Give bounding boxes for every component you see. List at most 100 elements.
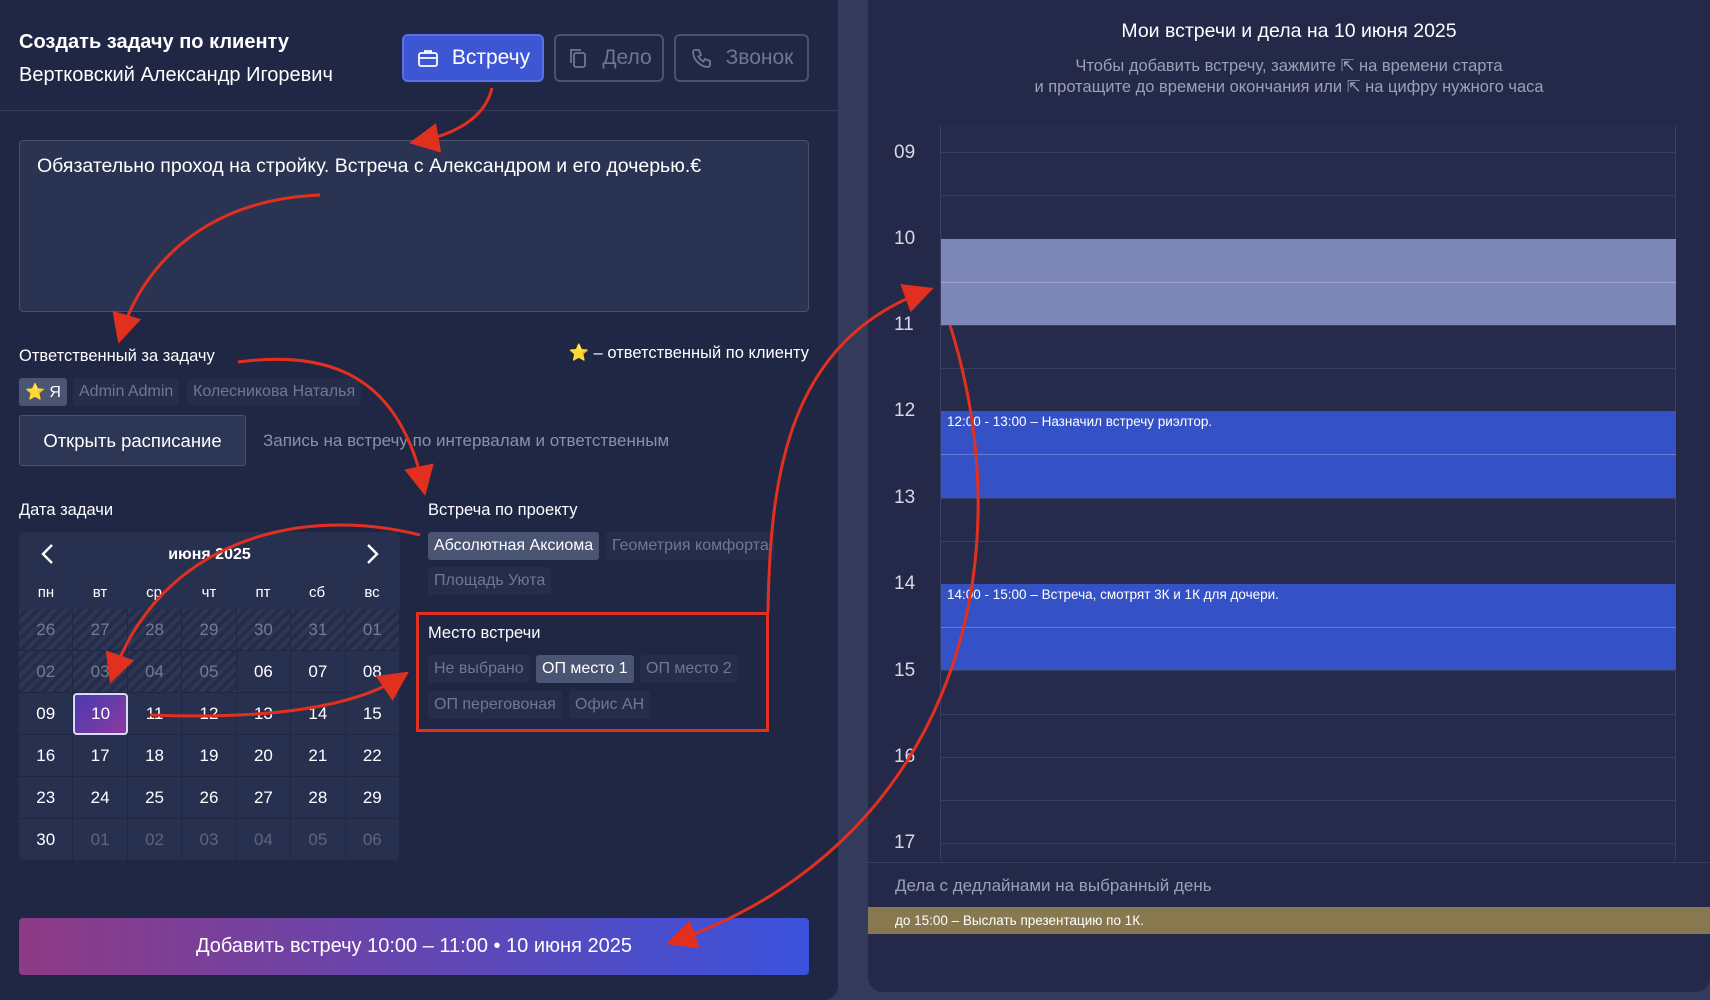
- hour-label[interactable]: 12: [894, 400, 915, 422]
- schedule-hint-line2: и протащите до времени окончания или ⇱ н…: [1034, 78, 1544, 96]
- event-text: 12:00 - 13:00 – Назначил встречу риэлтор…: [947, 414, 1213, 429]
- calendar-day: 05: [182, 651, 237, 693]
- place-chip-op1[interactable]: ОП место 1: [536, 655, 634, 683]
- calendar-day[interactable]: 21: [291, 735, 346, 777]
- calendar-day[interactable]: 04: [237, 819, 292, 860]
- project-chip-ploshchad[interactable]: Площадь Уюта: [428, 567, 552, 595]
- type-call-label: Звонок: [725, 46, 794, 69]
- calendar-day[interactable]: 20: [236, 735, 292, 777]
- grid-line: [940, 152, 1676, 153]
- calendar-day[interactable]: 05: [291, 819, 346, 860]
- weekday-label: чт: [201, 584, 217, 601]
- place-chip-meeting-room[interactable]: ОП переговоная: [428, 691, 562, 719]
- calendar-day[interactable]: 24: [73, 777, 128, 819]
- calendar-day-selected[interactable]: 10: [73, 693, 128, 735]
- form-title: Создать задачу по клиенту: [19, 31, 289, 53]
- event-block[interactable]: 12:00 - 13:00 – Назначил встречу риэлтор…: [941, 411, 1676, 498]
- calendar-day[interactable]: 13: [236, 693, 292, 735]
- hour-label[interactable]: 15: [894, 660, 915, 682]
- schedule-title: Мои встречи и дела на 10 июня 2025: [1121, 20, 1457, 42]
- calendar-day[interactable]: 27: [236, 777, 292, 819]
- calendar-days-grid: 26 27 28 29 30 31 01 02 03 04 05 06 07 0…: [19, 609, 400, 860]
- calendar-day[interactable]: 15: [345, 693, 400, 735]
- calendar-day[interactable]: 14: [291, 693, 346, 735]
- calendar-day[interactable]: 26: [182, 777, 237, 819]
- hour-label[interactable]: 14: [894, 573, 915, 595]
- responsible-chip-kolesnikova[interactable]: Колесникова Наталья: [187, 378, 362, 406]
- hour-label[interactable]: 10: [894, 228, 915, 250]
- add-meeting-button[interactable]: Добавить встречу 10:00 – 11:00 • 10 июня…: [19, 918, 809, 975]
- calendar-month: июня 2025: [168, 546, 251, 563]
- deadlines-label: Дела с дедлайнами на выбранный день: [895, 876, 1212, 895]
- calendar-day[interactable]: 02: [128, 819, 183, 860]
- task-date-label: Дата задачи: [19, 501, 114, 519]
- calendar-day[interactable]: 08: [345, 651, 400, 693]
- calendar-day[interactable]: 01: [73, 819, 128, 860]
- weekday-label: ср: [146, 584, 162, 601]
- project-chip-geometria[interactable]: Геометрия комфорта: [606, 532, 775, 560]
- task-description-input[interactable]: Обязательно проход на стройку. Встреча с…: [19, 140, 809, 312]
- grid-line: [940, 757, 1676, 758]
- grid-line: [940, 325, 1676, 326]
- deadline-item[interactable]: до 15:00 – Выслать презентацию по 1К.: [868, 907, 1710, 934]
- type-task-button[interactable]: Дело: [554, 34, 664, 82]
- calendar-day: 31: [291, 609, 346, 651]
- slot-divider: [941, 282, 1676, 283]
- calendar-day[interactable]: 07: [291, 651, 346, 693]
- calendar-day: 30: [236, 609, 292, 651]
- weekday-label: вс: [364, 584, 380, 601]
- task-form-panel: Создать задачу по клиенту Вертковский Ал…: [0, 0, 838, 1000]
- chevron-right-icon[interactable]: [361, 542, 383, 566]
- calendar-day[interactable]: 03: [182, 819, 237, 860]
- calendar-day: 28: [127, 609, 183, 651]
- schedule-hint: Чтобы добавить встречу, зажмите ⇱ на вре…: [868, 56, 1710, 98]
- place-chip-none[interactable]: Не выбрано: [428, 655, 530, 683]
- event-text: 14:00 - 15:00 – Встреча, смотрят 3К и 1К…: [947, 587, 1279, 602]
- event-block[interactable]: 14:00 - 15:00 – Встреча, смотрят 3К и 1К…: [941, 584, 1676, 670]
- type-call-button[interactable]: Звонок: [674, 34, 809, 82]
- hour-label[interactable]: 13: [894, 487, 915, 509]
- calendar-day[interactable]: 22: [345, 735, 400, 777]
- hour-label[interactable]: 09: [894, 142, 915, 164]
- open-schedule-button[interactable]: Открыть расписание: [19, 415, 246, 466]
- calendar-day: 27: [73, 609, 128, 651]
- grid-line: [940, 714, 1676, 715]
- header-divider: [0, 110, 838, 111]
- calendar-day[interactable]: 12: [182, 693, 237, 735]
- calendar-day: 26: [19, 609, 74, 651]
- responsible-label: Ответственный за задачу: [19, 347, 215, 365]
- type-meeting-button[interactable]: Встречу: [402, 34, 544, 82]
- project-label: Встреча по проекту: [428, 501, 578, 519]
- calendar-day[interactable]: 29: [345, 777, 400, 819]
- place-chip-office[interactable]: Офис АН: [569, 691, 651, 719]
- responsible-chip-me[interactable]: ⭐ Я: [19, 378, 67, 406]
- calendar-day[interactable]: 25: [127, 777, 183, 819]
- calendar-day[interactable]: 23: [19, 777, 74, 819]
- hour-label[interactable]: 11: [894, 314, 914, 336]
- hour-label[interactable]: 16: [894, 746, 915, 768]
- calendar-day[interactable]: 11: [127, 693, 183, 735]
- calendar-day[interactable]: 06: [236, 651, 292, 693]
- calendar-day[interactable]: 28: [291, 777, 346, 819]
- calendar-day[interactable]: 30: [19, 819, 74, 860]
- calendar-day[interactable]: 19: [182, 735, 237, 777]
- calendar-day[interactable]: 18: [127, 735, 183, 777]
- hour-label[interactable]: 17: [894, 832, 915, 854]
- calendar-day[interactable]: 06: [346, 819, 400, 860]
- place-label: Место встречи: [428, 624, 541, 642]
- calendar-day: 04: [127, 651, 183, 693]
- responsible-chip-admin[interactable]: Admin Admin: [73, 378, 180, 406]
- calendar-day[interactable]: 09: [19, 693, 74, 735]
- weekday-label: сб: [308, 584, 326, 601]
- project-chip-aksioma[interactable]: Абсолютная Аксиома: [428, 532, 600, 560]
- calendar-day: 03: [73, 651, 128, 693]
- type-task-label: Дело: [602, 46, 652, 69]
- calendar-day[interactable]: 16: [19, 735, 74, 777]
- calendar-day[interactable]: 17: [73, 735, 128, 777]
- new-meeting-slot[interactable]: [941, 239, 1676, 325]
- place-chip-op2[interactable]: ОП место 2: [640, 655, 738, 683]
- grid-line: [940, 195, 1676, 196]
- briefcase-icon: [417, 50, 438, 67]
- weekday-label: пт: [255, 584, 271, 601]
- grid-line: [940, 541, 1676, 542]
